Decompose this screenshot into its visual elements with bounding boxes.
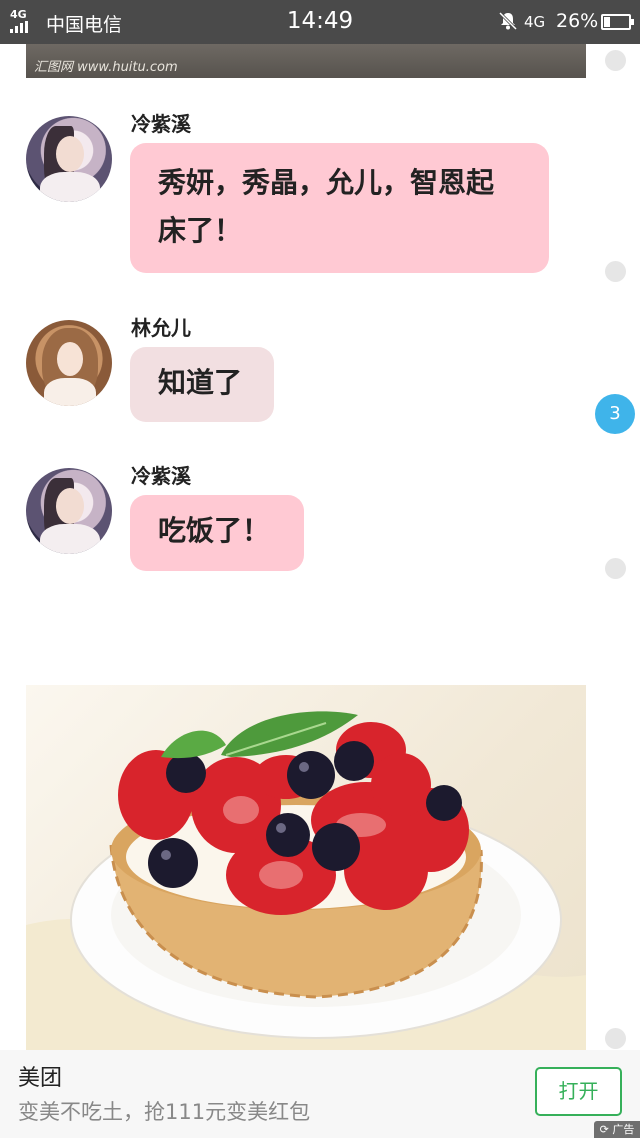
status-bar: 4G 中国电信 14:49 4G 26% [0, 0, 640, 44]
battery-level [604, 17, 610, 27]
message-bubble[interactable]: 吃饭了！ [130, 495, 304, 571]
battery-icon [601, 14, 634, 30]
ad-banner[interactable]: 美团 变美不吃土，抢111元变美红包 打开 [0, 1050, 640, 1138]
sender-name: 林允儿 [131, 316, 191, 340]
message-status-dot [605, 558, 626, 579]
avatar[interactable] [26, 468, 112, 554]
battery-percent: 26% [556, 10, 599, 32]
image-message-top[interactable]: 汇图网 www.huitu.com [26, 44, 586, 78]
mute-bell-icon [498, 11, 518, 31]
ad-open-button[interactable]: 打开 [535, 1067, 622, 1116]
chat-message: 冷紫溪 秀妍，秀晶，允儿，智恩起床了！ [0, 108, 640, 278]
refresh-icon: ⟳ [599, 1123, 609, 1136]
unread-count-badge[interactable]: 3 [595, 394, 635, 434]
message-status-dot [605, 1028, 626, 1049]
avatar[interactable] [26, 320, 112, 406]
chat-message: 冷紫溪 吃饭了！ [0, 460, 640, 575]
strawberry-tart-picture [26, 711, 586, 1050]
sender-name: 冷紫溪 [131, 112, 191, 136]
message-status-dot [605, 50, 626, 71]
message-status-dot [605, 261, 626, 282]
avatar[interactable] [26, 116, 112, 202]
chat-message: 林允儿 知道了 [0, 312, 640, 427]
message-bubble[interactable]: 知道了 [130, 347, 274, 422]
message-bubble[interactable]: 秀妍，秀晶，允儿，智恩起床了！ [130, 143, 549, 273]
ad-tag-label: 广告 [612, 1123, 635, 1136]
sender-name: 冷紫溪 [131, 464, 191, 488]
message-text: 吃饭了！ [158, 514, 271, 547]
image-message-cake[interactable] [26, 685, 586, 1050]
ad-brand: 美团 [18, 1066, 63, 1091]
message-text: 知道了 [158, 366, 243, 399]
network-type: 4G [524, 13, 546, 31]
image-watermark: 汇图网 www.huitu.com [34, 60, 178, 75]
ad-slogan: 变美不吃土，抢111元变美红包 [18, 1100, 311, 1124]
message-text: 秀妍，秀晶，允儿，智恩起床了！ [158, 166, 495, 247]
ad-tag[interactable]: ⟳ 广告 [594, 1121, 640, 1138]
